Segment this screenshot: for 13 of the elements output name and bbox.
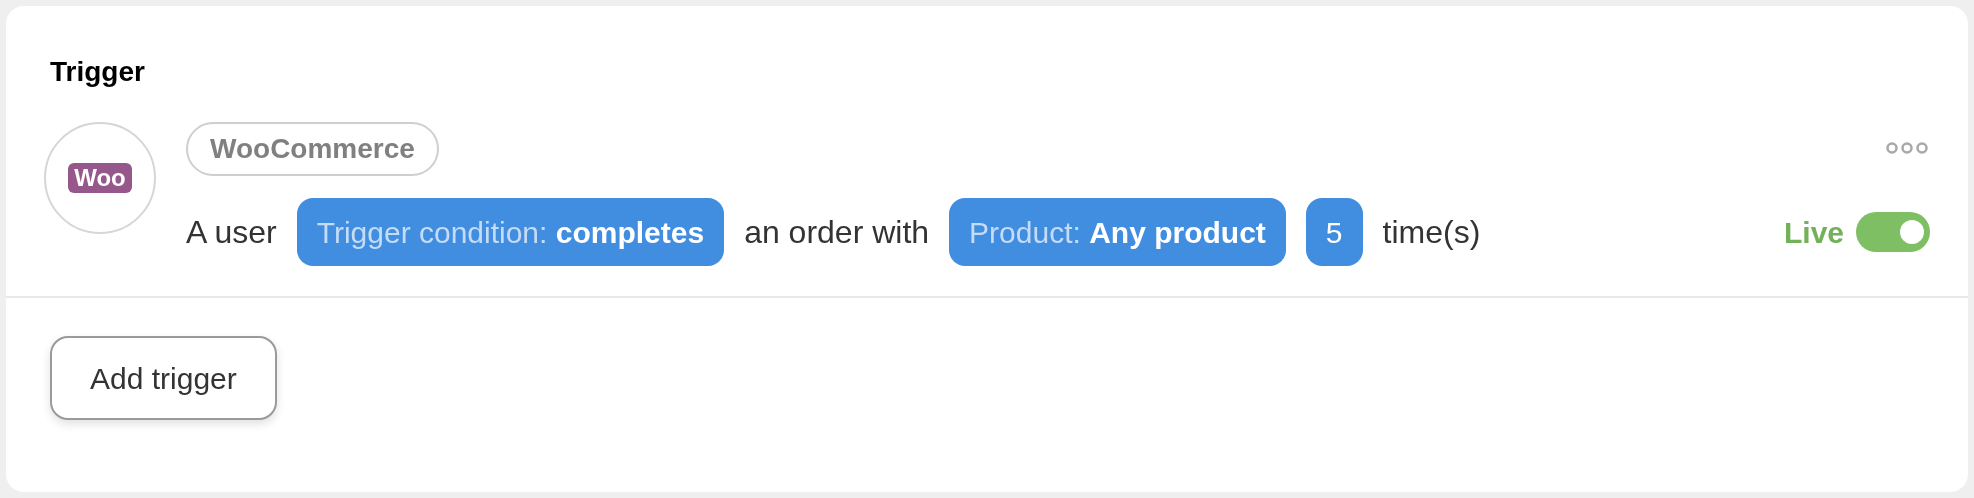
- condition-pill[interactable]: Trigger condition: completes: [296, 198, 725, 266]
- sentence-text: time(s): [1382, 213, 1481, 252]
- integration-tag: WooCommerce: [186, 122, 439, 176]
- count-pill[interactable]: 5: [1305, 198, 1363, 266]
- status-label: Live: [1783, 214, 1844, 251]
- condition-pill[interactable]: Product: Any product: [949, 198, 1286, 266]
- section-title: Trigger: [50, 55, 146, 89]
- live-toggle[interactable]: [1856, 212, 1930, 252]
- sentence-text: A user: [186, 213, 277, 252]
- woo-badge-icon: Woo: [68, 163, 132, 193]
- add-trigger-button[interactable]: Add trigger: [50, 336, 277, 420]
- sentence-text: an order with: [744, 213, 930, 252]
- more-icon[interactable]: [1886, 142, 1928, 154]
